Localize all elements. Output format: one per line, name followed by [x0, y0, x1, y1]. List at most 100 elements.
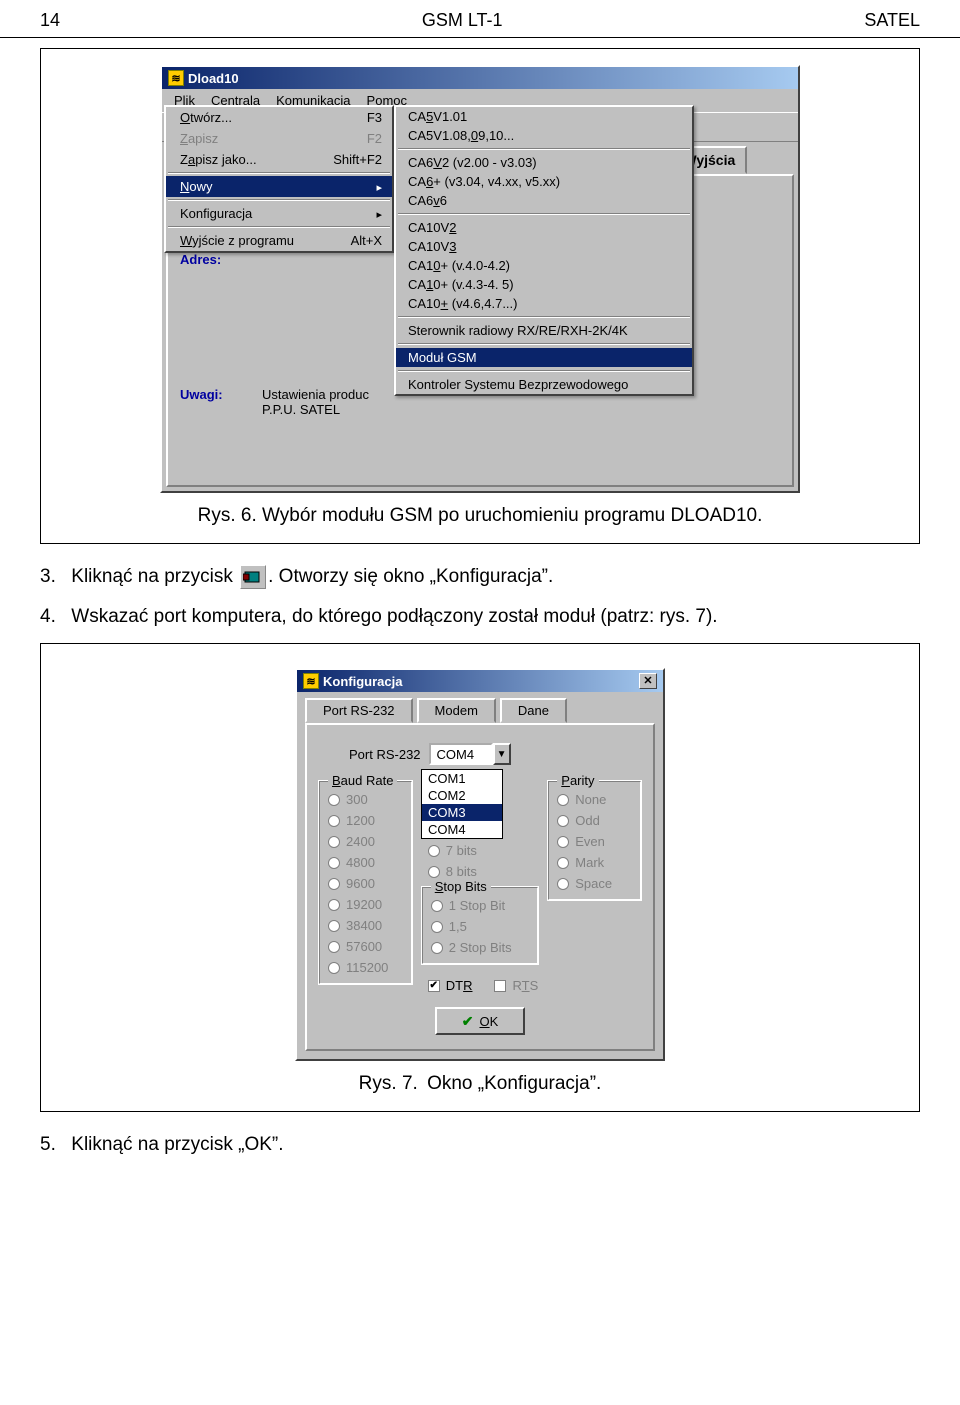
- radio-icon: [431, 921, 443, 933]
- radio-icon: [328, 836, 340, 848]
- para-5-num: 5.: [40, 1132, 66, 1158]
- submenu-item[interactable]: Moduł GSM: [396, 348, 692, 367]
- figure-2-frame: ≋ Konfiguracja ✕ Port RS-232 Modem Dane …: [40, 643, 920, 1112]
- ok-button[interactable]: ✔ OK: [435, 1007, 525, 1035]
- header-center: GSM LT-1: [422, 10, 503, 31]
- fig2-caption-prefix: Rys. 7.: [359, 1073, 418, 1094]
- radio-option[interactable]: 1 Stop Bit: [431, 898, 530, 913]
- chk-rts[interactable]: RTS: [494, 978, 538, 993]
- figure-2-caption: Rys. 7. Okno „Konfiguracja”.: [57, 1073, 903, 1095]
- menuitem-wyjscie[interactable]: Wyjście z programuAlt+X: [166, 230, 392, 251]
- menuitem-konfiguracja[interactable]: Konfiguracja: [166, 203, 392, 224]
- chevron-down-icon[interactable]: ▼: [493, 743, 511, 765]
- config-toolbar-icon: [240, 565, 266, 589]
- radio-icon: [328, 941, 340, 953]
- radio-icon: [328, 878, 340, 890]
- radio-option[interactable]: 19200: [328, 897, 403, 912]
- radio-icon: [431, 942, 443, 954]
- menuitem-zapisz: ZapiszF2: [166, 128, 392, 149]
- dlg-inner: Port RS-232 COM4 ▼ COM1COM2COM3COM4 Baud…: [305, 723, 655, 1051]
- radio-icon: [557, 836, 569, 848]
- para-3: 3. Kliknąć na przycisk . Otworzy się okn…: [40, 564, 920, 590]
- close-icon[interactable]: ✕: [639, 673, 657, 689]
- submenu-item[interactable]: CA10+ (v.4.3-4. 5): [396, 275, 692, 294]
- radio-option[interactable]: 300: [328, 792, 403, 807]
- dload10-titlebar: ≋ Dload10: [162, 67, 798, 89]
- konfiguracja-dialog: ≋ Konfiguracja ✕ Port RS-232 Modem Dane …: [295, 668, 665, 1061]
- tab-modem[interactable]: Modem: [417, 698, 496, 723]
- tab-port-rs232[interactable]: Port RS-232: [305, 698, 413, 723]
- submenu-item[interactable]: CA10V3: [396, 237, 692, 256]
- submenu-item[interactable]: CA5V1.08,09,10...: [396, 126, 692, 145]
- fig1-caption-prefix: Rys. 6.: [198, 505, 257, 526]
- ok-label: OK: [479, 1014, 498, 1029]
- port-combo-value: COM4: [429, 743, 493, 765]
- dload10-window: ≋ Dload10 Plik Centrala Komunikacja Pomo…: [160, 65, 800, 493]
- radio-icon: [557, 794, 569, 806]
- submenu-item[interactable]: CA6+ (v3.04, v4.xx, v5.xx): [396, 172, 692, 191]
- menuitem-zapisz-jako[interactable]: Zapisz jako...Shift+F2: [166, 149, 392, 170]
- app-icon: ≋: [303, 673, 319, 689]
- plik-dropdown: Otwórz...F3 ZapiszF2 Zapisz jako...Shift…: [164, 105, 394, 253]
- submenu-item[interactable]: CA5V1.01: [396, 107, 692, 126]
- radio-option[interactable]: 115200: [328, 960, 403, 975]
- radio-icon: [557, 878, 569, 890]
- radio-icon: [428, 866, 440, 878]
- radio-option[interactable]: 2400: [328, 834, 403, 849]
- checkbox-icon: [494, 980, 506, 992]
- radio-option[interactable]: 4800: [328, 855, 403, 870]
- dload10-title: Dload10: [188, 71, 239, 86]
- radio-option[interactable]: Odd: [557, 813, 632, 828]
- radio-option[interactable]: 9600: [328, 876, 403, 891]
- radio-option[interactable]: Space: [557, 876, 632, 891]
- radio-icon: [328, 794, 340, 806]
- tab-dane[interactable]: Dane: [500, 698, 567, 723]
- radio-option[interactable]: 1200: [328, 813, 403, 828]
- radio-icon: [431, 900, 443, 912]
- para-5-text: Kliknąć na przycisk „OK”.: [71, 1134, 283, 1155]
- radio-icon: [328, 899, 340, 911]
- para-3-text-a: Kliknąć na przycisk: [71, 566, 238, 587]
- adres-label: Adres:: [180, 252, 250, 267]
- submenu-item[interactable]: CA10+ (v4.6,4.7...): [396, 294, 692, 313]
- radio-icon: [557, 815, 569, 827]
- radio-option[interactable]: 38400: [328, 918, 403, 933]
- radio-icon: [328, 920, 340, 932]
- dlg-tabs: Port RS-232 Modem Dane: [297, 692, 663, 723]
- radio-option[interactable]: 7 bits: [428, 843, 539, 858]
- dlg-title: Konfiguracja: [323, 674, 402, 689]
- group-baudrate: Baud Rate 300120024004800960019200384005…: [319, 781, 412, 984]
- page-header: 14 GSM LT-1 SATEL: [0, 0, 960, 38]
- radio-option[interactable]: 57600: [328, 939, 403, 954]
- dlg-titlebar: ≋ Konfiguracja ✕: [297, 670, 663, 692]
- radio-icon: [328, 857, 340, 869]
- radio-option[interactable]: 8 bits: [428, 864, 539, 879]
- para-4-text: Wskazać port komputera, do którego podłą…: [71, 606, 717, 627]
- port-label: Port RS-232: [349, 747, 421, 762]
- fig2-caption-text: Okno „Konfiguracja”.: [427, 1073, 601, 1094]
- group-parity: Parity NoneOddEvenMarkSpace: [548, 781, 641, 900]
- port-combo[interactable]: COM4 ▼: [429, 743, 511, 765]
- check-icon: ✔: [462, 1013, 474, 1030]
- submenu-item[interactable]: CA10V2: [396, 218, 692, 237]
- submenu-item[interactable]: CA6v6: [396, 191, 692, 210]
- submenu-item[interactable]: Kontroler Systemu Bezprzewodowego: [396, 375, 692, 394]
- header-right: SATEL: [864, 10, 920, 31]
- figure-1-caption: Rys. 6. Wybór modułu GSM po uruchomieniu…: [57, 505, 903, 527]
- radio-option[interactable]: None: [557, 792, 632, 807]
- menuitem-nowy[interactable]: Nowy: [166, 176, 392, 197]
- app-icon: ≋: [168, 70, 184, 86]
- group-stopbits: Stop Bits 1 Stop Bit1,52 Stop Bits: [422, 887, 539, 964]
- submenu-item[interactable]: CA10+ (v.4.0-4.2): [396, 256, 692, 275]
- radio-option[interactable]: Mark: [557, 855, 632, 870]
- radio-option[interactable]: 1,5: [431, 919, 530, 934]
- figure-1-frame: ≋ Dload10 Plik Centrala Komunikacja Pomo…: [40, 48, 920, 544]
- submenu-item[interactable]: Sterownik radiowy RX/RE/RXH-2K/4K: [396, 321, 692, 340]
- submenu-item[interactable]: CA6V2 (v2.00 - v3.03): [396, 153, 692, 172]
- chk-dtr[interactable]: ✔ DTR: [428, 978, 473, 993]
- radio-option[interactable]: 2 Stop Bits: [431, 940, 530, 955]
- radio-option[interactable]: Even: [557, 834, 632, 849]
- menuitem-otworz[interactable]: Otwórz...F3: [166, 107, 392, 128]
- fig1-caption-text: Wybór modułu GSM po uruchomieniu program…: [262, 505, 762, 526]
- radio-icon: [557, 857, 569, 869]
